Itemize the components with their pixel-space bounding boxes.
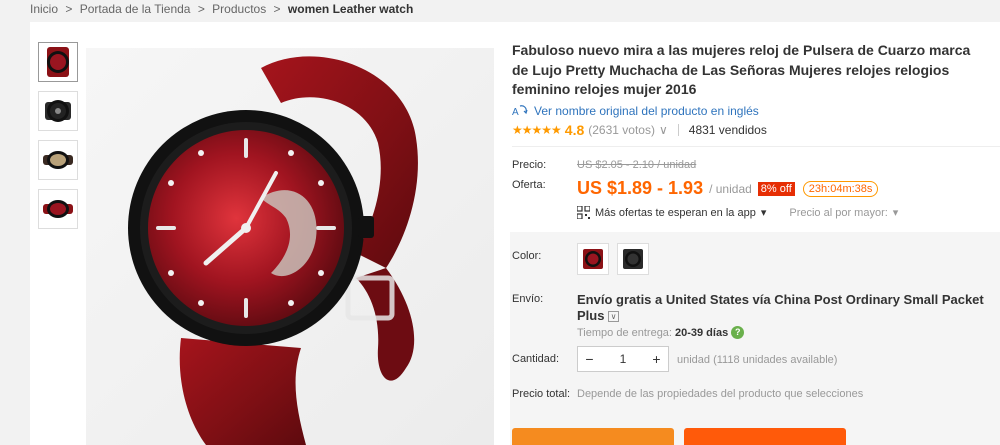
help-icon[interactable]: ? bbox=[731, 326, 745, 339]
available-units: unidad (1118 unidades available) bbox=[677, 354, 838, 366]
shipping-info: Envío gratis a United States vía China P… bbox=[577, 292, 995, 324]
votes-dropdown-icon[interactable]: ∨ bbox=[659, 123, 668, 137]
votes-count[interactable]: (2631 votos) bbox=[588, 123, 655, 137]
star-rating-icon: ★★★★★ bbox=[512, 123, 562, 137]
watch-illustration bbox=[128, 56, 418, 445]
breadcrumb-separator: > bbox=[65, 2, 73, 16]
color-swatch-black[interactable] bbox=[617, 243, 649, 275]
decrease-quantity-button[interactable]: − bbox=[578, 351, 601, 367]
delivery-label: Tiempo de entrega: bbox=[577, 326, 672, 339]
quantity-label: Cantidad: bbox=[512, 353, 560, 365]
qr-code-icon bbox=[577, 206, 590, 219]
price-unit: / unidad bbox=[709, 181, 752, 196]
chevron-down-icon[interactable]: ∨ bbox=[608, 311, 620, 323]
original-price: US $2.05 - 2.10 / unidad bbox=[577, 159, 697, 171]
breadcrumb: Inicio > Portada de la Tienda > Producto… bbox=[30, 0, 413, 20]
price-label: Precio: bbox=[512, 159, 547, 171]
breadcrumb-separator: > bbox=[197, 2, 205, 16]
orders-count: 4831 vendidos bbox=[688, 123, 767, 137]
offer-price: US $1.89 - 1.93 bbox=[577, 178, 704, 198]
wholesale-price-link[interactable]: Precio al por mayor: bbox=[789, 207, 887, 219]
total-price-label: Precio total: bbox=[512, 388, 571, 400]
quantity-input[interactable] bbox=[601, 347, 645, 371]
watch-thumbnail-image bbox=[47, 47, 69, 77]
breadcrumb-home[interactable]: Inicio bbox=[30, 2, 58, 16]
thumbnail-3[interactable] bbox=[38, 140, 78, 180]
breadcrumb-separator: > bbox=[273, 2, 281, 16]
color-swatch-red[interactable] bbox=[577, 243, 609, 275]
breadcrumb-store[interactable]: Portada de la Tienda bbox=[80, 2, 191, 16]
add-to-cart-button[interactable] bbox=[684, 428, 846, 445]
buy-now-button[interactable] bbox=[512, 428, 674, 445]
divider bbox=[512, 146, 1000, 147]
delivery-time: Tiempo de entrega: 20-39 días ? bbox=[577, 326, 745, 339]
rating-value: 4.8 bbox=[564, 122, 585, 138]
svg-text:A: A bbox=[512, 107, 519, 118]
translate-link-label: Ver nombre original del producto en ingl… bbox=[534, 104, 759, 118]
breadcrumb-current: women Leather watch bbox=[287, 2, 414, 16]
translate-icon: A bbox=[512, 105, 528, 118]
watch-thumbnail-image bbox=[623, 249, 643, 269]
thumbnail-list bbox=[38, 42, 80, 238]
breadcrumb-products[interactable]: Productos bbox=[212, 2, 266, 16]
watch-thumbnail-image bbox=[45, 100, 71, 122]
product-info: Fabuloso nuevo mira a las mujeres reloj … bbox=[510, 22, 1000, 445]
offer-price-row: US $1.89 - 1.93 / unidad 8% off 23h:04m:… bbox=[577, 178, 879, 199]
watch-thumbnail-image bbox=[43, 151, 73, 169]
shipping-label: Envío: bbox=[512, 293, 544, 305]
offer-label: Oferta: bbox=[512, 179, 546, 191]
quantity-stepper: − + bbox=[577, 346, 669, 372]
thumbnail-1[interactable] bbox=[38, 42, 78, 82]
translate-link[interactable]: A Ver nombre original del producto en in… bbox=[512, 104, 759, 118]
delivery-days: 20-39 días bbox=[674, 326, 729, 339]
thumbnail-4[interactable] bbox=[38, 189, 78, 229]
watch-thumbnail-image bbox=[43, 200, 73, 218]
rating-row: ★★★★★ 4.8 (2631 votos) ∨ 4831 vendidos bbox=[512, 122, 767, 138]
color-label: Color: bbox=[512, 250, 542, 262]
discount-badge: 8% off bbox=[757, 181, 795, 196]
thumbnail-2[interactable] bbox=[38, 91, 78, 131]
app-offer-row: Más ofertas te esperan en la app ▾ Preci… bbox=[577, 206, 898, 219]
chevron-down-icon[interactable]: ▾ bbox=[761, 206, 767, 219]
countdown-timer: 23h:04m:38s bbox=[802, 180, 879, 197]
product-panel: Fabuloso nuevo mira a las mujeres reloj … bbox=[30, 22, 1000, 445]
total-price-note: Depende de las propiedades del producto … bbox=[577, 388, 864, 400]
app-offer-link[interactable]: Más ofertas te esperan en la app bbox=[595, 207, 756, 219]
main-product-image[interactable] bbox=[86, 48, 494, 445]
increase-quantity-button[interactable]: + bbox=[645, 351, 668, 367]
product-title: Fabuloso nuevo mira a las mujeres reloj … bbox=[512, 42, 971, 97]
chevron-down-icon[interactable]: ▾ bbox=[893, 206, 899, 219]
watch-thumbnail-image bbox=[583, 249, 603, 269]
shipping-method: Envío gratis a United States vía China P… bbox=[577, 292, 984, 323]
divider bbox=[677, 124, 679, 136]
